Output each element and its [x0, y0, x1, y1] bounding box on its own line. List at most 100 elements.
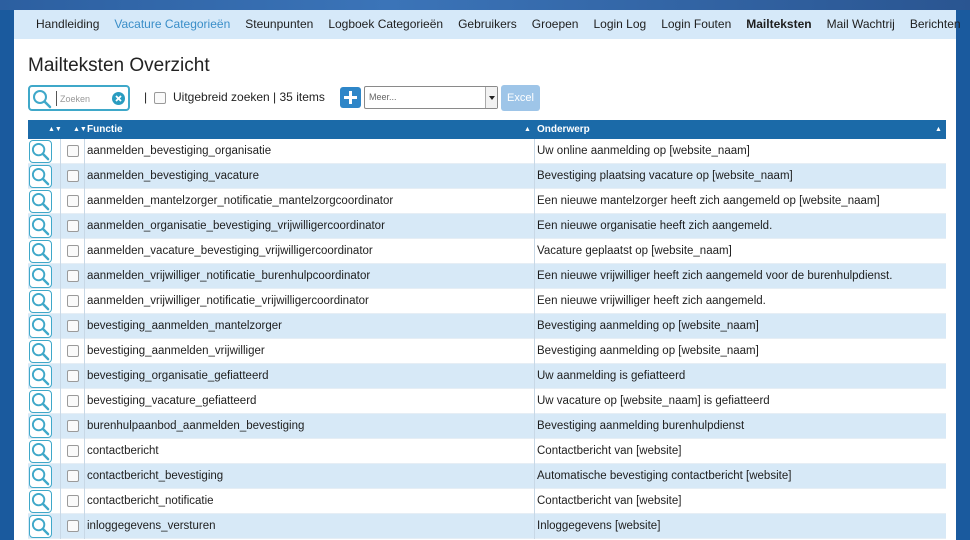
nav-item[interactable]: Vacature Categorieën — [114, 10, 230, 39]
row-select-checkbox[interactable] — [67, 270, 79, 282]
row-select-checkbox[interactable] — [67, 420, 79, 432]
nav-item[interactable]: Gebruikers — [458, 10, 517, 39]
view-details-icon[interactable] — [29, 215, 52, 238]
nav-item[interactable]: Logboek Categorieën — [328, 10, 443, 39]
cell-functie: contactbericht — [87, 445, 159, 457]
table-row[interactable]: bevestiging_organisatie_gefiatteerd Uw aa… — [28, 364, 946, 389]
view-details-icon[interactable] — [29, 390, 52, 413]
row-select-checkbox[interactable] — [67, 495, 79, 507]
cell-onderwerp: Automatische bevestiging contactbericht … — [537, 470, 792, 482]
mail-texts-grid: ▲▼ ▲▼ Functie ▲ Onderwerp ▲ aanmelden_be… — [28, 120, 946, 539]
nav-item[interactable]: Mailteksten — [746, 10, 811, 39]
clear-search-icon[interactable] — [112, 92, 125, 105]
column-divider — [534, 289, 535, 314]
add-item-button[interactable] — [340, 87, 361, 108]
row-select-checkbox[interactable] — [67, 520, 79, 532]
table-row[interactable]: aanmelden_bevestiging_organisatie Uw onli… — [28, 139, 946, 164]
row-select-checkbox[interactable] — [67, 395, 79, 407]
table-row[interactable]: contactbericht_notificatie Contactbericht… — [28, 489, 946, 514]
column-divider — [534, 439, 535, 464]
row-select-checkbox[interactable] — [67, 195, 79, 207]
nav-item[interactable]: Login Log — [593, 10, 646, 39]
view-details-icon[interactable] — [29, 415, 52, 438]
table-row[interactable]: burenhulpaanbod_aanmelden_bevestiging Bev… — [28, 414, 946, 439]
row-select-checkbox[interactable] — [67, 345, 79, 357]
view-details-icon[interactable] — [29, 190, 52, 213]
column-header-onderwerp[interactable]: Onderwerp — [537, 120, 590, 139]
content-panel: Mailteksten Overzicht | Uitgebreid zoeke… — [14, 39, 956, 540]
row-select-checkbox[interactable] — [67, 220, 79, 232]
column-divider — [60, 164, 61, 189]
table-row[interactable]: inloggegevens_versturen Inloggegevens [we… — [28, 514, 946, 539]
column-divider — [534, 364, 535, 389]
sort-asc-icon[interactable]: ▲ — [935, 120, 942, 139]
column-divider — [534, 264, 535, 289]
more-actions-select[interactable]: Meer... — [364, 86, 498, 109]
view-details-icon[interactable] — [29, 290, 52, 313]
table-row[interactable]: aanmelden_bevestiging_vacature Bevestigin… — [28, 164, 946, 189]
table-row[interactable]: contactbericht Contactbericht van [websit… — [28, 439, 946, 464]
column-divider — [84, 364, 85, 389]
cell-onderwerp: Vacature geplaatst op [website_naam] — [537, 245, 732, 257]
nav-item[interactable]: Mail Wachtrij — [827, 10, 895, 39]
column-header-functie[interactable]: Functie — [87, 120, 123, 139]
row-select-checkbox[interactable] — [67, 145, 79, 157]
column-divider — [60, 264, 61, 289]
sort-icon[interactable]: ▲▼ — [48, 120, 62, 139]
cell-functie: aanmelden_bevestiging_organisatie — [87, 145, 272, 157]
cell-onderwerp: Bevestiging aanmelding burenhulpdienst — [537, 420, 745, 432]
table-row[interactable]: bevestiging_aanmelden_mantelzorger Bevest… — [28, 314, 946, 339]
view-details-icon[interactable] — [29, 140, 52, 163]
table-row[interactable]: aanmelden_vrijwilliger_notificatie_vrijw… — [28, 289, 946, 314]
table-row[interactable]: bevestiging_aanmelden_vrijwilliger Bevest… — [28, 339, 946, 364]
row-select-checkbox[interactable] — [67, 295, 79, 307]
view-details-icon[interactable] — [29, 165, 52, 188]
table-row[interactable]: aanmelden_vrijwilliger_notificatie_buren… — [28, 264, 946, 289]
table-row[interactable]: aanmelden_mantelzorger_notificatie_mante… — [28, 189, 946, 214]
table-row[interactable]: bevestiging_vacature_gefiatteerd Uw vacat… — [28, 389, 946, 414]
cell-functie: aanmelden_bevestiging_vacature — [87, 170, 259, 182]
nav-item[interactable]: Login Fouten — [661, 10, 731, 39]
column-divider — [534, 339, 535, 364]
grid-body: aanmelden_bevestiging_organisatie Uw onli… — [28, 139, 946, 539]
column-divider — [84, 139, 85, 164]
nav-item[interactable]: Berichten — [910, 10, 961, 39]
search-input[interactable] — [56, 91, 110, 106]
nav-item[interactable]: Steunpunten — [245, 10, 313, 39]
advanced-search-label[interactable]: Uitgebreid zoeken | 35 items — [173, 90, 325, 104]
table-row[interactable]: aanmelden_vacature_bevestiging_vrijwilli… — [28, 239, 946, 264]
row-select-checkbox[interactable] — [67, 170, 79, 182]
grid-header: ▲▼ ▲▼ Functie ▲ Onderwerp ▲ — [28, 120, 946, 139]
nav-item[interactable]: Groepen — [532, 10, 579, 39]
view-details-icon[interactable] — [29, 315, 52, 338]
view-details-icon[interactable] — [29, 440, 52, 463]
view-details-icon[interactable] — [29, 465, 52, 488]
toolbar-separator: | — [144, 90, 148, 104]
advanced-search-checkbox[interactable] — [154, 92, 166, 104]
row-select-checkbox[interactable] — [67, 370, 79, 382]
nav-item[interactable]: Handleiding — [36, 10, 99, 39]
row-select-checkbox[interactable] — [67, 320, 79, 332]
column-divider — [84, 289, 85, 314]
cell-onderwerp: Inloggegevens [website] — [537, 520, 661, 532]
sort-icon[interactable]: ▲▼ — [73, 120, 87, 139]
view-details-icon[interactable] — [29, 340, 52, 363]
column-divider — [84, 439, 85, 464]
cell-functie: inloggegevens_versturen — [87, 520, 216, 532]
column-divider — [84, 389, 85, 414]
excel-export-button[interactable]: Excel — [501, 85, 540, 111]
column-divider — [60, 314, 61, 339]
sort-asc-icon[interactable]: ▲ — [524, 120, 531, 139]
view-details-icon[interactable] — [29, 515, 52, 538]
table-row[interactable]: aanmelden_organisatie_bevestiging_vrijwi… — [28, 214, 946, 239]
row-select-checkbox[interactable] — [67, 445, 79, 457]
view-details-icon[interactable] — [29, 365, 52, 388]
search-icon[interactable] — [32, 89, 52, 109]
view-details-icon[interactable] — [29, 240, 52, 263]
table-row[interactable]: contactbericht_bevestiging Automatische b… — [28, 464, 946, 489]
row-select-checkbox[interactable] — [67, 470, 79, 482]
view-details-icon[interactable] — [29, 265, 52, 288]
view-details-icon[interactable] — [29, 490, 52, 513]
column-divider — [84, 164, 85, 189]
row-select-checkbox[interactable] — [67, 245, 79, 257]
